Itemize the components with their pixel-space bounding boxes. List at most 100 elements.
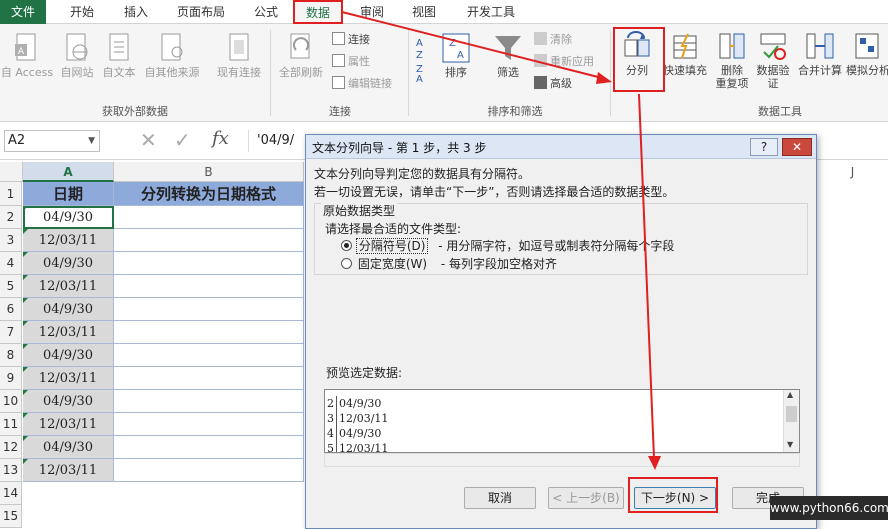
consolidate-button[interactable]: 合并计算 <box>794 30 846 77</box>
empty-cell[interactable] <box>114 413 304 436</box>
from-web-button[interactable]: 自网站 <box>56 32 98 79</box>
existing-connections-button[interactable]: 现有连接 <box>212 32 266 79</box>
row-header[interactable]: 8 <box>0 344 22 367</box>
date-cell[interactable]: 12/03/11 <box>23 229 114 252</box>
from-text-button[interactable]: 自文本 <box>98 32 140 79</box>
preview-horizontal-scrollbar[interactable] <box>324 453 800 467</box>
tab-formulas[interactable]: 公式 <box>244 0 288 24</box>
column-header-b[interactable]: B <box>114 162 304 182</box>
remove-duplicates-button[interactable]: 删除 重复项 <box>712 30 752 90</box>
header-cell-convert[interactable]: 分列转换为日期格式 <box>114 182 304 206</box>
header-cell-date[interactable]: 日期 <box>23 182 114 206</box>
empty-cell[interactable] <box>114 206 304 229</box>
close-button[interactable]: ✕ <box>782 138 812 156</box>
properties-button[interactable]: 属性 <box>332 54 370 70</box>
preview-scrollbar[interactable]: ▲ ▼ <box>783 390 799 452</box>
column-header-a[interactable]: A <box>23 162 114 182</box>
help-button[interactable]: ? <box>750 138 778 156</box>
row-header[interactable]: 10 <box>0 390 22 413</box>
column-header-j[interactable]: J <box>817 162 888 182</box>
preview-row-value: 04/9/30 <box>339 427 382 440</box>
data-validation-button[interactable]: 数据验 证 <box>752 30 794 90</box>
cancel-button[interactable]: 取消 <box>464 487 536 509</box>
row-header[interactable]: 7 <box>0 321 22 344</box>
connections-button[interactable]: 连接 <box>332 32 370 48</box>
row-header[interactable]: 3 <box>0 229 22 252</box>
clear-button[interactable]: 清除 <box>534 32 572 48</box>
scroll-down-icon[interactable]: ▼ <box>787 440 793 449</box>
empty-cell[interactable] <box>114 390 304 413</box>
edit-links-button[interactable]: 编辑链接 <box>332 76 392 92</box>
empty-cell[interactable] <box>114 367 304 390</box>
tab-file[interactable]: 文件 <box>0 0 46 24</box>
empty-cell[interactable] <box>114 252 304 275</box>
wizard-message-1: 文本分列向导判定您的数据具有分隔符。 <box>314 167 531 181</box>
row-header[interactable]: 4 <box>0 252 22 275</box>
scroll-up-icon[interactable]: ▲ <box>787 390 793 399</box>
refresh-all-button[interactable]: 全部刷新 <box>274 32 328 79</box>
tab-insert[interactable]: 插入 <box>112 0 160 24</box>
date-cell[interactable]: 04/9/30 <box>23 206 114 229</box>
date-cell[interactable]: 12/03/11 <box>23 459 114 482</box>
date-cell[interactable]: 12/03/11 <box>23 413 114 436</box>
row-header[interactable]: 11 <box>0 413 22 436</box>
row-header[interactable]: 9 <box>0 367 22 390</box>
row-header[interactable]: 5 <box>0 275 22 298</box>
date-cell[interactable]: 04/9/30 <box>23 344 114 367</box>
row-header[interactable]: 12 <box>0 436 22 459</box>
preview-row-number: 5 <box>327 441 337 452</box>
row-header[interactable]: 14 <box>0 482 22 505</box>
date-cell-value: 12/03/11 <box>38 279 98 294</box>
empty-cell[interactable] <box>114 229 304 252</box>
reapply-icon <box>534 54 547 67</box>
empty-cell[interactable] <box>114 436 304 459</box>
empty-cell[interactable] <box>114 459 304 482</box>
edit-links-icon <box>332 76 345 89</box>
row-header[interactable]: 13 <box>0 459 22 482</box>
what-if-analysis-button[interactable]: 模拟分析 <box>846 30 888 77</box>
empty-cell[interactable] <box>114 321 304 344</box>
name-box[interactable]: A2 ▼ <box>4 130 100 152</box>
tab-developer[interactable]: 开发工具 <box>456 0 526 24</box>
delimited-radio[interactable]: 分隔符号(D) - 用分隔字符，如逗号或制表符分隔每个字段 <box>341 237 674 254</box>
scroll-thumb[interactable] <box>786 406 797 422</box>
from-other-sources-button[interactable]: 自其他来源 <box>140 32 204 79</box>
date-cell[interactable]: 12/03/11 <box>23 275 114 298</box>
reapply-button[interactable]: 重新应用 <box>534 54 594 70</box>
date-cell[interactable]: 04/9/30 <box>23 252 114 275</box>
preview-row: 2 04/9/30 <box>327 396 381 411</box>
flash-fill-button[interactable]: 快速填充 <box>660 30 710 77</box>
back-button[interactable]: < 上一步(B) <box>548 487 624 509</box>
fixed-width-radio[interactable]: 固定宽度(W) - 每列字段加空格对齐 <box>341 255 557 272</box>
date-cell[interactable]: 04/9/30 <box>23 436 114 459</box>
delimited-description: - 用分隔字符，如逗号或制表符分隔每个字段 <box>438 239 675 253</box>
date-cell[interactable]: 12/03/11 <box>23 367 114 390</box>
empty-cell[interactable] <box>114 298 304 321</box>
date-cell[interactable]: 04/9/30 <box>23 298 114 321</box>
date-cell[interactable]: 04/9/30 <box>23 390 114 413</box>
date-cell[interactable]: 12/03/11 <box>23 321 114 344</box>
empty-cell[interactable] <box>114 344 304 367</box>
chevron-down-icon[interactable]: ▼ <box>88 131 95 151</box>
formula-input[interactable]: '04/9/ <box>248 130 308 152</box>
sort-icon: ZA <box>442 33 470 63</box>
error-indicator-icon <box>23 436 28 441</box>
confirm-entry-icon[interactable]: ✓ <box>174 128 191 152</box>
row-header[interactable]: 6 <box>0 298 22 321</box>
row-header[interactable]: 1 <box>0 182 22 206</box>
tab-review[interactable]: 审阅 <box>350 0 394 24</box>
select-all-corner[interactable] <box>0 162 23 182</box>
row-header[interactable]: 15 <box>0 505 22 528</box>
tab-view[interactable]: 视图 <box>402 0 446 24</box>
tab-home[interactable]: 开始 <box>58 0 106 24</box>
sort-button[interactable]: ZA 排序 <box>438 32 474 79</box>
row-header[interactable]: 2 <box>0 206 22 229</box>
advanced-button[interactable]: 高级 <box>534 76 572 92</box>
from-access-button[interactable]: A 自 Access <box>0 32 54 79</box>
filter-button[interactable]: 筛选 <box>488 32 528 79</box>
insert-function-icon[interactable]: fx <box>212 128 229 149</box>
preview-box[interactable]: 2 04/9/30 3 12/03/11 4 04/9/30 5 12/03/11 ▲ ▼ <box>324 389 800 453</box>
cancel-entry-icon[interactable]: ✕ <box>140 128 157 152</box>
tab-page-layout[interactable]: 页面布局 <box>168 0 234 24</box>
empty-cell[interactable] <box>114 275 304 298</box>
